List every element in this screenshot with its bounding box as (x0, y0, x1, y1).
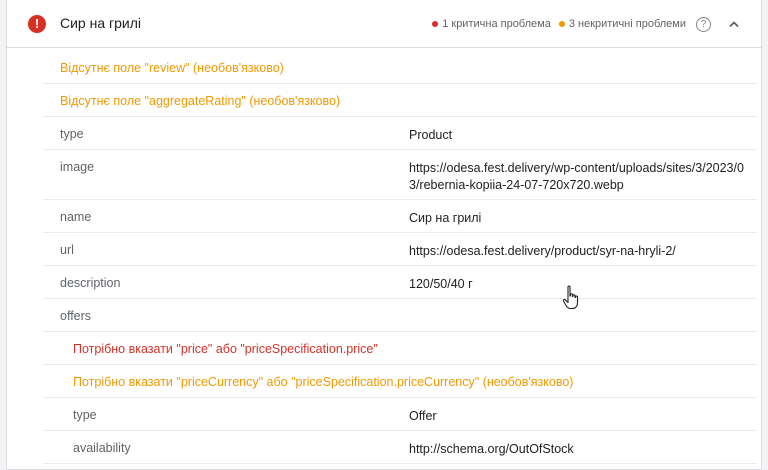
item-title: Сир на грилі (60, 15, 142, 31)
property-value: Offer (409, 409, 437, 423)
property-row: name Сир на грилі (43, 200, 757, 233)
critical-issue-label: 1 критична проблема (442, 18, 551, 30)
hand-cursor-icon (562, 285, 579, 310)
error-icon: ! (28, 15, 46, 33)
critical-dot-icon (432, 21, 439, 27)
noncritical-issue-label: 3 некритичні проблеми (568, 18, 686, 30)
warning-message: Відсутнє поле "aggregateRating" (необов'… (60, 94, 341, 108)
critical-issue-count: 1 критична проблема (432, 18, 551, 30)
property-key: image (60, 160, 95, 174)
property-key: description (60, 276, 121, 290)
property-value: https://odesa.fest.delivery/product/syr-… (409, 244, 676, 258)
warning-message: Відсутнє поле "review" (необов'язково) (60, 61, 284, 75)
property-value: http://schema.org/OutOfStock (409, 442, 574, 456)
property-row: description 120/50/40 г (43, 266, 757, 299)
property-key: availability (73, 441, 131, 455)
property-row: image https://odesa.fest.delivery/wp-con… (43, 150, 757, 200)
issues-summary: 1 критична проблема 3 некритичні проблем… (432, 12, 741, 36)
error-row: Потрібно вказати "price" або "priceSpeci… (43, 332, 757, 365)
property-row: type Product (43, 117, 757, 150)
property-key: url (60, 243, 74, 257)
property-row: url https://odesa.fest.delivery/product/… (43, 233, 757, 266)
property-list: Відсутнє поле "review" (необов'язково) В… (43, 51, 757, 464)
warning-row: Відсутнє поле "aggregateRating" (необов'… (43, 84, 757, 117)
help-icon[interactable]: ? (696, 16, 711, 32)
chevron-up-icon[interactable] (727, 17, 741, 31)
property-value: Product (409, 128, 453, 142)
item-card: ! Сир на грилі 1 критична проблема 3 нек… (6, 0, 762, 470)
property-key: type (60, 127, 84, 141)
property-key: offers (60, 309, 92, 323)
property-value: https://odesa.fest.delivery/wp-content/u… (409, 161, 744, 192)
property-row: type Offer (43, 398, 757, 431)
error-message: Потрібно вказати "price" або "priceSpeci… (73, 342, 378, 356)
warning-message: Потрібно вказати "priceCurrency" або "pr… (73, 375, 574, 389)
item-header[interactable]: ! Сир на грилі 1 критична проблема 3 нек… (7, 0, 761, 48)
property-row: availability http://schema.org/OutOfStoc… (43, 431, 757, 464)
warning-row: Відсутнє поле "review" (необов'язково) (43, 51, 757, 84)
property-key: name (60, 210, 92, 224)
noncritical-issue-count: 3 некритичні проблеми (558, 18, 686, 30)
property-key: type (73, 408, 97, 422)
property-value: Сир на грилі (409, 211, 482, 225)
property-row: offers (43, 299, 757, 332)
warning-row: Потрібно вказати "priceCurrency" або "pr… (43, 365, 757, 398)
warning-dot-icon (558, 21, 565, 27)
